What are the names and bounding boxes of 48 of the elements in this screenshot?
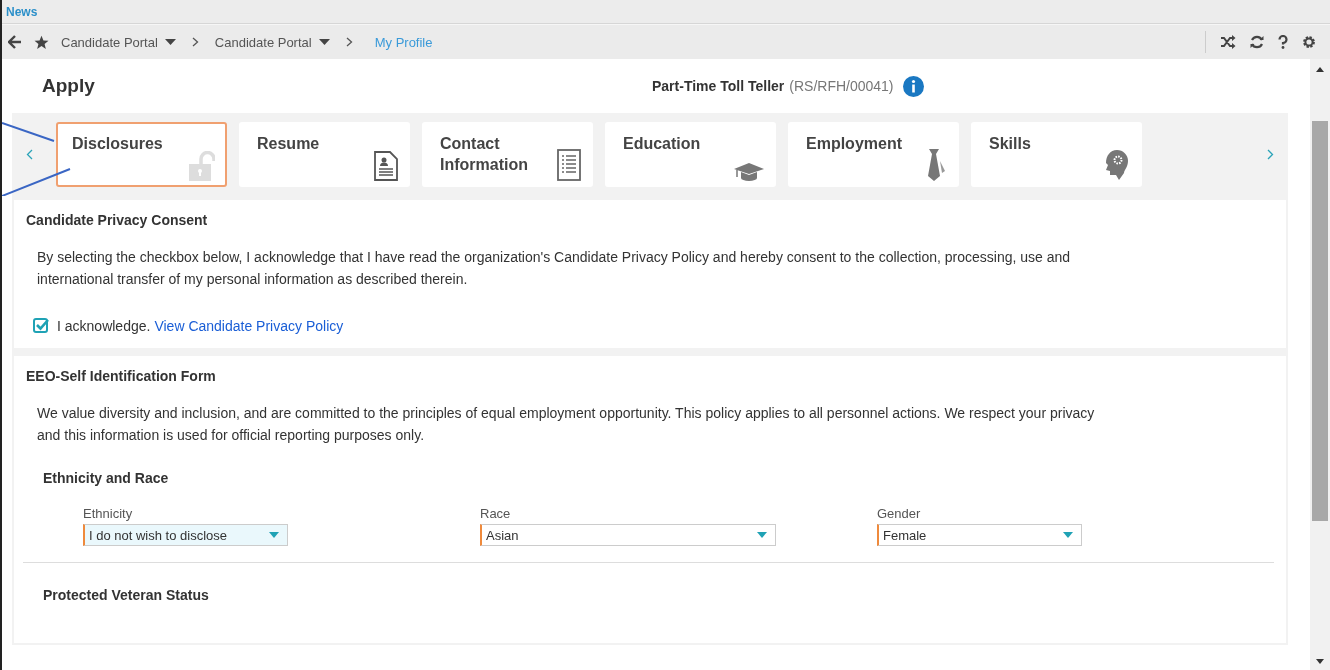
back-icon[interactable] xyxy=(8,35,22,49)
step-tab[interactable]: Education xyxy=(605,122,776,187)
dropdown-field[interactable]: I do not wish to disclose xyxy=(83,524,288,546)
step-tab[interactable]: Resume xyxy=(239,122,410,187)
graduation-cap-icon xyxy=(734,163,764,181)
chevron-right-icon[interactable] xyxy=(1267,149,1274,160)
necktie-icon xyxy=(927,149,947,181)
help-icon[interactable] xyxy=(1278,35,1288,49)
refresh-icon[interactable] xyxy=(1250,35,1264,49)
dropdown-field[interactable]: Female xyxy=(877,524,1082,546)
page-title: Apply xyxy=(42,75,96,97)
star-icon[interactable] xyxy=(34,34,49,50)
shuffle-icon[interactable] xyxy=(1220,35,1236,49)
chevron-left-icon[interactable] xyxy=(26,149,33,160)
field-label: Race xyxy=(480,506,512,521)
scroll-up-icon[interactable] xyxy=(1316,67,1324,72)
chevron-right-icon xyxy=(191,37,199,47)
list-document-icon xyxy=(557,149,581,181)
consent-text: By selecting the checkbox below, I acknowledge that I have read the organization's Candidate Privacy Policy and hereby consent to the collection, processing, use and international transfer of my personal information as described therein. xyxy=(37,248,1072,289)
section-title: EEO-Self Identification Form xyxy=(26,368,217,384)
info-icon[interactable] xyxy=(902,75,924,97)
caret-icon[interactable] xyxy=(164,38,176,46)
subsection-title: Protected Veteran Status xyxy=(43,587,210,603)
breadcrumb[interactable]: Candidate Portal xyxy=(61,34,176,50)
policy-text: We value diversity and inclusion, and are committed to the principles of equal employment opportunity. This policy applies to all personnel actions. We respect your privacy and this information is used for official reporting purposes only. xyxy=(37,404,1096,445)
caret-icon[interactable] xyxy=(318,38,330,46)
job-title: Part-Time Toll Teller xyxy=(652,78,785,94)
head-gear-icon xyxy=(1104,149,1130,181)
subsection-title: Ethnicity and Race xyxy=(43,470,170,486)
step-tab[interactable]: Disclosures xyxy=(56,122,227,187)
unlocked-padlock-icon xyxy=(189,151,215,181)
checkbox[interactable] xyxy=(33,318,49,334)
section-title: Candidate Privacy Consent xyxy=(26,212,209,228)
step-tab[interactable]: Employment xyxy=(788,122,959,187)
chevron-right-icon xyxy=(345,37,353,47)
settings-icon[interactable] xyxy=(1302,35,1316,49)
step-tab[interactable]: Contact Information xyxy=(422,122,593,187)
job-code: (RS/RFH/00041) xyxy=(789,78,894,94)
dropdown-field[interactable]: Asian xyxy=(480,524,776,546)
scrollbar-thumb[interactable] xyxy=(1312,121,1328,521)
field-label: Ethnicity xyxy=(83,506,134,521)
checkbox-label: I acknowledge. xyxy=(57,318,151,334)
scroll-down-icon[interactable] xyxy=(1316,659,1324,664)
resume-document-icon xyxy=(374,151,398,181)
privacy-policy-link[interactable]: View Candidate Privacy Policy xyxy=(154,318,344,334)
step-tab[interactable]: Skills xyxy=(971,122,1142,187)
field-label: Gender xyxy=(877,506,922,521)
breadcrumb[interactable]: Candidate Portal xyxy=(214,34,330,50)
